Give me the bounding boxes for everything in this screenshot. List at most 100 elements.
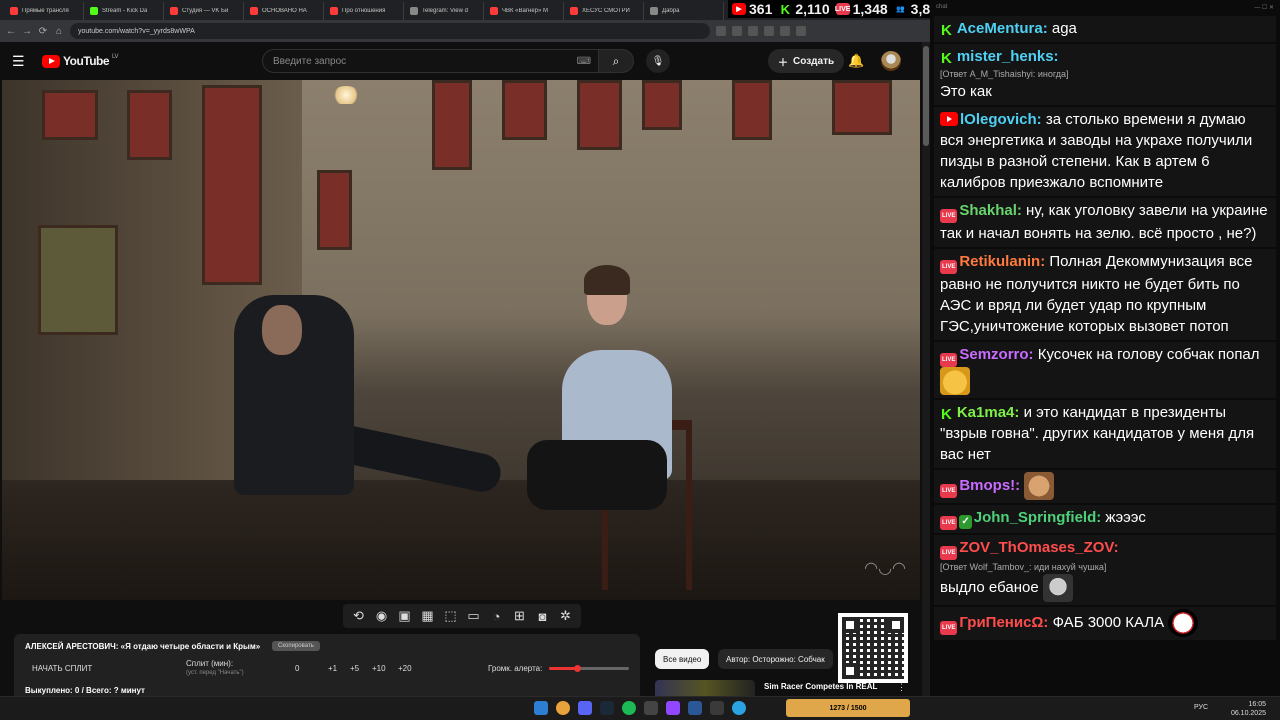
more-options-icon[interactable]: ⋮ bbox=[897, 682, 906, 693]
start-split-button[interactable]: НАЧАТЬ СПЛИТ bbox=[32, 664, 92, 673]
clapper-icon[interactable]: ▦ bbox=[420, 608, 435, 624]
video-player[interactable]: ◠◡◠ bbox=[2, 80, 920, 600]
chat-nick[interactable]: Ka1ma4: bbox=[957, 404, 1020, 421]
app-icon[interactable] bbox=[644, 701, 658, 715]
create-button[interactable]: ＋ Создать bbox=[768, 49, 845, 73]
windows-start-icon[interactable] bbox=[534, 701, 548, 715]
viewer-counter-youtube: ▶ 361 bbox=[732, 1, 772, 17]
chrome-icon[interactable] bbox=[556, 701, 570, 715]
chat-nick[interactable]: Shakhal: bbox=[959, 202, 1022, 219]
browser-tab[interactable]: Прямые трансля bbox=[4, 2, 84, 20]
settings-icon[interactable]: ✲ bbox=[558, 608, 573, 624]
chat-nick[interactable]: Semzorro: bbox=[959, 346, 1033, 363]
speed-icon[interactable]: ◔ bbox=[489, 609, 504, 624]
browser-tab[interactable]: Про отношения bbox=[324, 2, 404, 20]
app-icon[interactable] bbox=[710, 701, 724, 715]
search-placeholder: Введите запрос bbox=[273, 55, 347, 67]
clock-time: 16:05 bbox=[1248, 701, 1266, 708]
app-icon[interactable] bbox=[666, 701, 680, 715]
spotify-icon[interactable] bbox=[622, 701, 636, 715]
tab-title: Stream - Kick Da bbox=[102, 8, 148, 14]
screen-icon[interactable]: ▣ bbox=[397, 608, 412, 624]
scrollbar-thumb[interactable] bbox=[923, 46, 929, 146]
chat-nick[interactable]: mister_henks: bbox=[957, 48, 1059, 65]
home-icon[interactable]: ⌂ bbox=[54, 26, 64, 37]
extension-icon[interactable] bbox=[716, 26, 726, 36]
extension-icon[interactable] bbox=[780, 26, 790, 36]
repeat-icon[interactable]: ⟲ bbox=[351, 608, 366, 624]
search-button[interactable]: ⌕ bbox=[598, 49, 634, 73]
keyboard-icon[interactable]: ⌨ bbox=[577, 56, 591, 67]
alert-volume-slider[interactable] bbox=[549, 665, 629, 672]
increment-button[interactable]: +10 bbox=[372, 664, 386, 673]
audio-icon[interactable]: ◉ bbox=[374, 608, 389, 624]
address-bar[interactable]: youtube.com/watch?v=_yyrds8wWPA bbox=[70, 23, 710, 39]
browser-tab[interactable]: Stream - Kick Da bbox=[84, 2, 164, 20]
youtube-logo[interactable]: YouTube LV bbox=[42, 54, 118, 68]
youtube-header: ☰ YouTube LV Введите запрос ⌨ ⌕ 🎙 ＋ Созд… bbox=[0, 42, 922, 80]
chat-nick[interactable]: lOlegovich: bbox=[960, 111, 1042, 128]
browser-tab[interactable]: Студия — VK Би bbox=[164, 2, 244, 20]
back-icon[interactable]: ← bbox=[6, 26, 16, 37]
browser-tab[interactable]: ЧВК «Вагнер» М bbox=[484, 2, 564, 20]
chat-nick[interactable]: John_Springfield: bbox=[974, 509, 1102, 526]
resize-icon[interactable]: ⬚ bbox=[443, 608, 458, 624]
chat-nick[interactable]: AceMentura: bbox=[957, 20, 1048, 37]
increment-button[interactable]: +1 bbox=[328, 664, 337, 673]
chip-author[interactable]: Автор: Осторожно: Собчак bbox=[718, 649, 833, 669]
chat-text: aga bbox=[1051, 20, 1077, 37]
browser-tab[interactable]: Дабра bbox=[644, 2, 724, 20]
avatar[interactable] bbox=[881, 51, 901, 71]
page-scrollbar[interactable] bbox=[922, 42, 930, 696]
camera-icon[interactable]: ◙ bbox=[535, 609, 550, 624]
slider-knob[interactable] bbox=[574, 665, 581, 672]
donation-goal-overlay: 1273 / 1500 bbox=[786, 699, 910, 717]
vk-live-icon: LIVE bbox=[940, 209, 958, 223]
chat-text: Кусочек на голову собчак попал bbox=[1037, 346, 1260, 363]
chat-nick[interactable]: ГриПенисΩ: bbox=[959, 614, 1048, 631]
profile-icon[interactable] bbox=[796, 26, 806, 36]
browser-tab[interactable]: ОСНОВАНО НА bbox=[244, 2, 324, 20]
increment-button[interactable]: +5 bbox=[350, 664, 359, 673]
viewer-counter-kick: K 2,110 bbox=[778, 1, 830, 17]
tab-favicon-icon bbox=[330, 7, 338, 15]
window-controls-icon[interactable]: — ☐ ✕ bbox=[1254, 4, 1274, 11]
extension-icon[interactable] bbox=[732, 26, 742, 36]
chat-text: Это как bbox=[940, 83, 992, 100]
chip-all-videos[interactable]: Все видео bbox=[655, 649, 710, 669]
url-text: youtube.com/watch?v=_yyrds8wWPA bbox=[78, 27, 195, 35]
vk-live-icon: LIVE bbox=[940, 620, 958, 635]
chat-nick[interactable]: Retikulanin: bbox=[959, 253, 1045, 270]
vk-live-icon: LIVE bbox=[940, 353, 958, 367]
add-icon[interactable]: ⊞ bbox=[512, 608, 527, 624]
copy-badge[interactable]: Скопировать bbox=[272, 641, 320, 651]
language-indicator[interactable]: РУС bbox=[1194, 704, 1208, 711]
extension-icon[interactable] bbox=[764, 26, 774, 36]
browser-tab[interactable]: ХЕСУС СМОТРИ bbox=[564, 2, 644, 20]
tab-favicon-icon bbox=[10, 7, 18, 15]
tab-title: ОСНОВАНО НА bbox=[262, 8, 307, 14]
reload-icon[interactable]: ⟳ bbox=[38, 26, 48, 37]
chat-nick[interactable]: ZOV_ThOmases_ZOV: bbox=[959, 539, 1118, 556]
app-icon[interactable] bbox=[688, 701, 702, 715]
goal-text: 1273 / 1500 bbox=[829, 704, 867, 712]
steam-icon[interactable] bbox=[600, 701, 614, 715]
cinema-icon[interactable]: ▭ bbox=[466, 608, 481, 624]
voice-search-button[interactable]: 🎙 bbox=[646, 49, 670, 73]
create-label: Создать bbox=[793, 55, 835, 67]
telegram-icon[interactable] bbox=[732, 701, 746, 715]
system-clock[interactable]: 16:05 06.10.2025 bbox=[1231, 700, 1266, 718]
chat-nick[interactable]: Bmops!: bbox=[959, 477, 1020, 494]
recommendation-thumbnail[interactable] bbox=[655, 680, 755, 696]
recommendation-title[interactable]: Sim Racer Competes In REAL bbox=[764, 682, 877, 691]
forward-icon[interactable]: → bbox=[22, 26, 32, 37]
notifications-bell-icon[interactable]: 🔔 bbox=[848, 53, 864, 69]
browser-toolbar: ← → ⟳ ⌂ youtube.com/watch?v=_yyrds8wWPA bbox=[0, 20, 930, 42]
menu-icon[interactable]: ☰ bbox=[12, 53, 34, 70]
increment-button[interactable]: +20 bbox=[398, 664, 412, 673]
search-input[interactable]: Введите запрос ⌨ bbox=[262, 49, 602, 73]
kick-icon: K bbox=[941, 50, 952, 67]
browser-tab[interactable]: Telegram: View d bbox=[404, 2, 484, 20]
discord-icon[interactable] bbox=[578, 701, 592, 715]
extension-icon[interactable] bbox=[748, 26, 758, 36]
